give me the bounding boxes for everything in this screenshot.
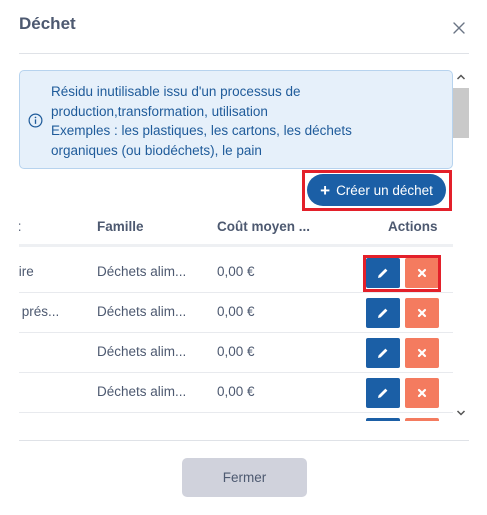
create-waste-button[interactable]: + Créer un déchet <box>307 174 446 206</box>
column-header-name[interactable]: t <box>19 219 21 234</box>
delete-button[interactable] <box>405 378 439 408</box>
pencil-icon <box>378 348 388 358</box>
cell-name: ntaire <box>19 264 34 279</box>
close-dialog-label: Fermer <box>222 470 267 485</box>
column-header-family[interactable]: Famille <box>97 219 144 234</box>
info-line: Résidu inutilisable issu d'un processus … <box>51 84 301 99</box>
cell-name: nts prés... <box>19 304 60 319</box>
create-waste-label: Créer un déchet <box>336 182 433 198</box>
cell-cost: 0,00 € <box>217 344 255 359</box>
dialog-header: Déchet <box>0 0 487 54</box>
cell-family: Déchets alim... <box>97 264 187 279</box>
dialog-title: Déchet <box>19 14 76 33</box>
chevron-down-icon <box>456 410 466 416</box>
scroll-up-button[interactable] <box>453 70 469 84</box>
edit-button[interactable] <box>366 338 400 368</box>
cell-family: Déchets alim... <box>97 384 187 399</box>
info-circle-icon <box>28 113 43 128</box>
table-row: ntaire Déchets alim... 0,00 € <box>19 253 453 293</box>
edit-button[interactable] <box>366 258 400 288</box>
x-icon <box>417 348 427 358</box>
close-button[interactable] <box>450 19 468 37</box>
info-text: Résidu inutilisable issu d'un processus … <box>51 82 446 160</box>
pencil-icon <box>378 308 388 318</box>
footer-divider <box>19 440 469 441</box>
pencil-icon <box>378 388 388 398</box>
cell-family: Déchets alim... <box>97 304 187 319</box>
cell-cost: 0,00 € <box>217 264 255 279</box>
delete-button[interactable] <box>405 258 439 288</box>
scroll-down-button[interactable] <box>453 406 469 420</box>
cell-family: Déchets alim... <box>97 344 187 359</box>
header-divider <box>19 53 469 54</box>
column-header-actions: Actions <box>388 219 438 234</box>
x-icon <box>417 308 427 318</box>
dialog-content: Résidu inutilisable issu d'un processus … <box>19 70 453 421</box>
table-header: t Famille Coût moyen ... Actions <box>19 211 453 247</box>
close-dialog-button[interactable]: Fermer <box>182 458 307 497</box>
edit-button[interactable] <box>366 378 400 408</box>
table-row <box>19 413 453 421</box>
delete-button[interactable] <box>405 418 439 421</box>
close-icon <box>453 22 465 34</box>
edit-button[interactable] <box>366 298 400 328</box>
plus-icon: + <box>320 180 331 200</box>
info-line: production,transformation, utilisation <box>51 103 268 119</box>
table-row: Déchets alim... 0,00 € <box>19 373 453 413</box>
delete-button[interactable] <box>405 298 439 328</box>
delete-button[interactable] <box>405 338 439 368</box>
cell-cost: 0,00 € <box>217 304 255 319</box>
table-row: Déchets alim... 0,00 € <box>19 333 453 373</box>
info-box: Résidu inutilisable issu d'un processus … <box>19 70 453 169</box>
info-line: Exemples : les plastiques, les cartons, … <box>51 123 352 139</box>
pencil-icon <box>378 268 388 278</box>
info-line: organiques (ou biodéchets), le pain <box>51 142 262 158</box>
chevron-up-icon <box>456 74 466 80</box>
scroll-thumb[interactable] <box>453 88 469 138</box>
column-header-cost[interactable]: Coût moyen ... <box>217 219 310 234</box>
table-row: nts prés... Déchets alim... 0,00 € <box>19 293 453 333</box>
x-icon <box>417 388 427 398</box>
edit-button[interactable] <box>366 418 400 421</box>
cell-cost: 0,00 € <box>217 384 255 399</box>
x-icon <box>417 268 427 278</box>
vertical-scrollbar[interactable] <box>453 70 469 422</box>
